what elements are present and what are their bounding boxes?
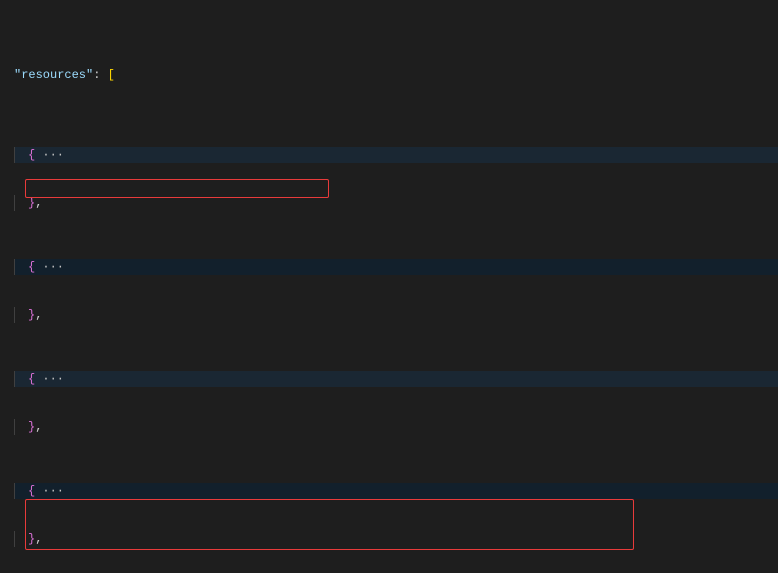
json-key: "resources" (14, 68, 93, 82)
code-line[interactable]: }, (14, 531, 778, 547)
folded-region[interactable]: { ··· (14, 147, 778, 163)
code-line[interactable]: }, (14, 307, 778, 323)
folded-region[interactable]: { ··· (14, 371, 778, 387)
ellipsis-icon: ··· (42, 372, 64, 386)
code-line[interactable]: }, (14, 419, 778, 435)
ellipsis-icon: ··· (42, 148, 64, 162)
code-editor[interactable]: "resources": [ { ··· }, { ··· }, { ··· }… (0, 0, 778, 573)
folded-region[interactable]: { ··· (14, 259, 778, 275)
code-line[interactable]: "resources": [ (14, 67, 778, 83)
code-line[interactable]: }, (14, 195, 778, 211)
colon: : (93, 68, 107, 82)
bracket-open: [ (108, 68, 115, 82)
ellipsis-icon: ··· (42, 260, 64, 274)
ellipsis-icon: ··· (42, 484, 64, 498)
folded-region[interactable]: { ··· (14, 483, 778, 499)
